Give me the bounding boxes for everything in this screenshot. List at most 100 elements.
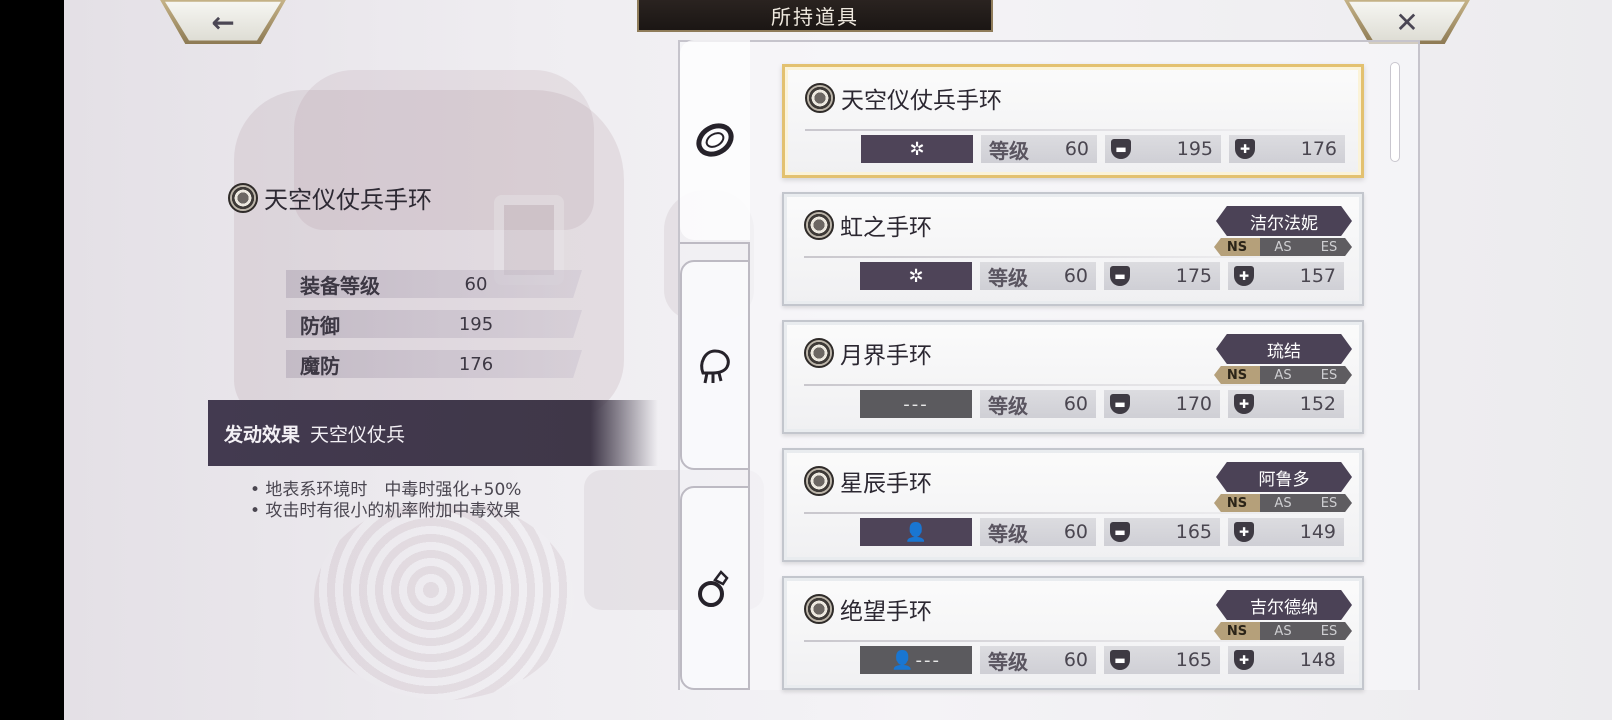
stat-value: 60 [464, 273, 488, 295]
level-label: 等级 [989, 138, 1029, 163]
hand-icon [700, 349, 730, 384]
item-card[interactable]: 绝望手环 吉尔德纳 NS AS ES 👤--- 等级 60 ▬ 165 ✚ 14… [782, 576, 1364, 690]
effect-description: • 地表系环境时 中毒时强化+50% • 攻击时有很小的机率附加中毒效果 [250, 480, 521, 522]
attribute-badge: 👤--- [860, 646, 972, 674]
level-value: 60 [1064, 138, 1089, 160]
defense-value: 175 [1175, 265, 1212, 287]
tag-ns: NS [1214, 622, 1260, 640]
defense-value: 170 [1175, 393, 1212, 415]
level-stat: 等级 60 [980, 390, 1096, 418]
item-name-text: 天空仪仗兵手环 [841, 88, 1002, 114]
attribute-badge: ✲ [860, 262, 972, 290]
item-name: 虹之手环 [804, 208, 932, 242]
ring-icon [698, 570, 729, 607]
magic-shield-icon: ✚ [1234, 394, 1254, 414]
divider [804, 512, 1344, 514]
divider [804, 384, 1344, 386]
item-name-text: 月界手环 [840, 343, 932, 369]
effect-name: 天空仪仗兵 [310, 423, 406, 446]
tab-bracelet[interactable] [680, 40, 750, 240]
defense-value: 195 [1176, 138, 1213, 160]
background-roll [314, 500, 574, 700]
bracelet-icon [804, 466, 834, 496]
item-stats: 👤 等级 60 ▬ 165 ✚ 149 [860, 518, 1344, 546]
tag-es: ES [1306, 622, 1352, 640]
magic-defense-value: 149 [1299, 521, 1336, 543]
close-button[interactable]: ✕ [1344, 0, 1470, 44]
tag-as: AS [1260, 494, 1306, 512]
item-name: 星辰手环 [804, 464, 932, 498]
bracelet-icon [696, 123, 734, 157]
attribute-badge: --- [860, 390, 972, 418]
stat-row-magic-defense: 魔防 176 [286, 350, 582, 378]
magic-defense-value: 176 [1300, 138, 1337, 160]
detail-item-name-text: 天空仪仗兵手环 [264, 186, 432, 214]
page-title-text: 所持道具 [771, 4, 859, 29]
owner-badge: 阿鲁多 [1216, 462, 1352, 492]
level-label: 等级 [988, 265, 1028, 290]
tag-as: AS [1260, 622, 1306, 640]
level-value: 60 [1063, 649, 1088, 671]
magic-defense-stat: ✚ 152 [1228, 390, 1344, 418]
attribute-badge: ✲ [861, 135, 973, 163]
item-name: 天空仪仗兵手环 [805, 81, 1002, 115]
tag-es: ES [1306, 238, 1352, 256]
item-card[interactable]: 星辰手环 阿鲁多 NS AS ES 👤 等级 60 ▬ 165 ✚ 149 [782, 448, 1364, 562]
level-stat: 等级 60 [981, 135, 1097, 163]
style-tags: NS AS ES [1214, 238, 1352, 256]
magic-shield-icon: ✚ [1235, 139, 1255, 159]
tab-ring[interactable] [680, 486, 750, 690]
style-tags: NS AS ES [1214, 366, 1352, 384]
divider [804, 640, 1344, 642]
bracelet-icon [804, 210, 834, 240]
owner-badge: 吉尔德纳 [1216, 590, 1352, 620]
item-card[interactable]: 虹之手环 洁尔法妮 NS AS ES ✲ 等级 60 ▬ 175 ✚ 157 [782, 192, 1364, 306]
back-button[interactable]: ← [160, 0, 286, 44]
defense-stat: ▬ 170 [1104, 390, 1220, 418]
defense-stat: ▬ 165 [1104, 518, 1220, 546]
magic-defense-stat: ✚ 148 [1228, 646, 1344, 674]
magic-defense-value: 148 [1299, 649, 1336, 671]
defense-stat: ▬ 195 [1105, 135, 1221, 163]
stat-row-defense: 防御 195 [286, 310, 582, 338]
effect-label: 发动效果 [224, 423, 301, 446]
divider [804, 256, 1344, 258]
item-stats: ✲ 等级 60 ▬ 195 ✚ 176 [861, 135, 1345, 163]
tab-hand[interactable] [680, 260, 750, 470]
shield-icon: ▬ [1111, 139, 1131, 159]
item-stats: 👤--- 等级 60 ▬ 165 ✚ 148 [860, 646, 1344, 674]
shield-icon: ▬ [1110, 266, 1130, 286]
item-card[interactable]: 天空仪仗兵手环 ✲ 等级 60 ▬ 195 ✚ 176 [782, 64, 1364, 178]
magic-defense-value: 157 [1299, 265, 1336, 287]
stat-value: 195 [458, 313, 494, 335]
level-stat: 等级 60 [980, 518, 1096, 546]
detail-item-name: 天空仪仗兵手环 [228, 180, 432, 215]
effect-line: • 攻击时有很小的机率附加中毒效果 [250, 501, 521, 521]
stat-row-equip-level: 装备等级 60 [286, 270, 582, 298]
item-stats: --- 等级 60 ▬ 170 ✚ 152 [860, 390, 1344, 418]
style-tags: NS AS ES [1214, 494, 1352, 512]
shield-icon: ▬ [1110, 394, 1130, 414]
defense-stat: ▬ 165 [1104, 646, 1220, 674]
defense-value: 165 [1175, 649, 1212, 671]
close-icon: ✕ [1395, 5, 1419, 39]
divider [805, 129, 1345, 131]
bracelet-icon [804, 338, 834, 368]
magic-shield-icon: ✚ [1234, 650, 1254, 670]
stat-value: 176 [458, 353, 494, 375]
effect-line: • 地表系环境时 中毒时强化+50% [250, 480, 522, 500]
owner-badge: 琉结 [1216, 334, 1352, 364]
level-value: 60 [1063, 393, 1088, 415]
level-value: 60 [1063, 521, 1088, 543]
magic-defense-stat: ✚ 176 [1229, 135, 1345, 163]
item-card[interactable]: 月界手环 琉结 NS AS ES --- 等级 60 ▬ 170 ✚ 152 [782, 320, 1364, 434]
list-scrollbar[interactable] [1390, 62, 1400, 162]
item-name: 绝望手环 [804, 592, 932, 626]
item-stats: ✲ 等级 60 ▬ 175 ✚ 157 [860, 262, 1344, 290]
magic-defense-stat: ✚ 157 [1228, 262, 1344, 290]
magic-shield-icon: ✚ [1234, 522, 1254, 542]
level-stat: 等级 60 [980, 262, 1096, 290]
defense-value: 165 [1175, 521, 1212, 543]
shield-icon: ▬ [1110, 522, 1130, 542]
level-label: 等级 [988, 649, 1028, 674]
